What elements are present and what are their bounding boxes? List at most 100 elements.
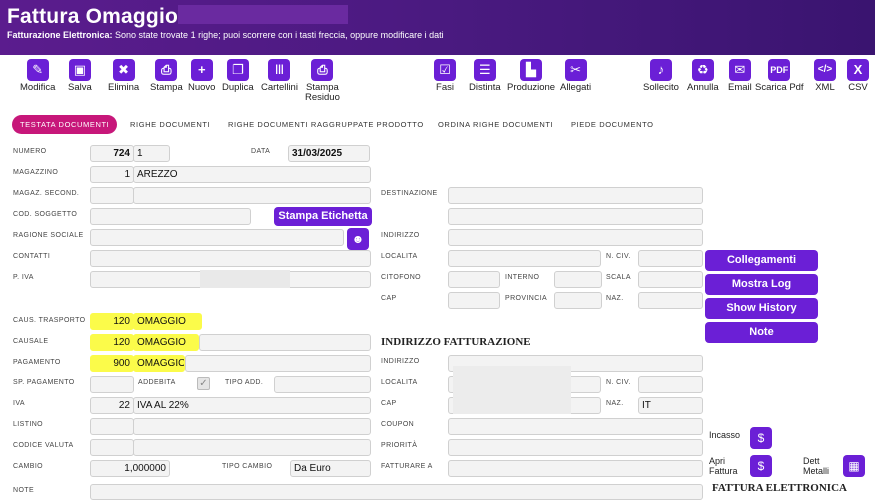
- n-civ-field[interactable]: [638, 250, 703, 267]
- print-icon: ⎙: [155, 59, 178, 81]
- status-message-label: Fatturazione Elettronica:: [7, 30, 113, 40]
- data-field[interactable]: 31/03/2025: [288, 145, 370, 162]
- iva-name-field[interactable]: IVA AL 22%: [133, 397, 371, 414]
- magazzino-name-field[interactable]: AREZZO: [133, 166, 371, 183]
- distinta-button[interactable]: ☰ Distinta: [469, 59, 501, 93]
- tab-testata-documenti[interactable]: TESTATA DOCUMENTI: [12, 115, 118, 134]
- produzione-button[interactable]: ▙ Produzione: [507, 59, 555, 93]
- bell-icon: ♪: [649, 59, 672, 81]
- stampa-button[interactable]: ⎙ Stampa: [150, 59, 183, 93]
- cod-soggetto-field[interactable]: [90, 208, 251, 225]
- duplica-button[interactable]: ❐ Duplica: [222, 59, 254, 93]
- csv-button[interactable]: X CSV: [847, 59, 869, 93]
- sp-pagamento-label: SP. PAGAMENTO: [13, 379, 75, 386]
- magaz-second-label: MAGAZ. SECOND.: [13, 190, 80, 197]
- pagamento-code-field[interactable]: 900: [90, 355, 134, 372]
- tab-bar: TESTATA DOCUMENTI RIGHE DOCUMENTI RIGHE …: [0, 113, 875, 135]
- tab-piede-documento[interactable]: PIEDE DOCUMENTO: [571, 115, 654, 134]
- mostra-log-button[interactable]: Mostra Log: [705, 274, 818, 295]
- tipo-add-label: TIPO ADD.: [225, 379, 264, 386]
- stampa-etichetta-button[interactable]: Stampa Etichetta: [274, 207, 372, 226]
- indirizzo-field[interactable]: [448, 229, 703, 246]
- pagamento-name-field[interactable]: OMAGGIO: [133, 355, 185, 372]
- numero-label: NUMERO: [13, 148, 47, 155]
- salva-button[interactable]: ▣ Salva: [68, 59, 92, 93]
- naz-label: NAZ.: [606, 295, 624, 302]
- piva-label: P. IVA: [13, 274, 34, 281]
- destinazione-ext-field[interactable]: [448, 208, 703, 225]
- cambio-field[interactable]: 1,000000: [90, 460, 170, 477]
- fatt-naz-label: NAZ.: [606, 400, 624, 407]
- email-button[interactable]: ✉ Email: [728, 59, 752, 93]
- tab-ordina-righe[interactable]: ORDINA RIGHE DOCUMENTI: [438, 115, 553, 134]
- magazzino-code-field[interactable]: 1: [90, 166, 134, 183]
- codice-valuta-code-field[interactable]: [90, 439, 134, 456]
- naz-field[interactable]: [638, 292, 703, 309]
- localita-field[interactable]: [448, 250, 601, 267]
- listino-name-field[interactable]: [133, 418, 371, 435]
- magaz-second-code-field[interactable]: [90, 187, 134, 204]
- dett-label: Dett: [803, 456, 820, 466]
- data-label: DATA: [251, 148, 271, 155]
- note-button[interactable]: Note: [705, 322, 818, 343]
- causale-name-field[interactable]: OMAGGIO: [133, 334, 199, 351]
- money-icon[interactable]: $: [750, 427, 772, 449]
- listino-code-field[interactable]: [90, 418, 134, 435]
- tab-righe-raggruppate[interactable]: RIGHE DOCUMENTI RAGGRUPPATE PRODOTTO: [228, 115, 424, 134]
- priorita-label: PRIORITÀ: [381, 442, 418, 449]
- money-icon[interactable]: $: [750, 455, 772, 477]
- caus-trasporto-name-field[interactable]: OMAGGIO: [133, 313, 202, 330]
- sollecito-button[interactable]: ♪ Sollecito: [643, 59, 679, 93]
- pagamento-ext-field[interactable]: [185, 355, 371, 372]
- grid-icon[interactable]: ▦: [843, 455, 865, 477]
- codice-valuta-name-field[interactable]: [133, 439, 371, 456]
- cartellini-button[interactable]: ||| Cartellini: [261, 59, 298, 93]
- note-field[interactable]: [90, 484, 703, 500]
- indirizzo-fatturazione-heading: INDIRIZZO FATTURAZIONE: [381, 336, 531, 348]
- nuovo-button[interactable]: + Nuovo: [188, 59, 215, 93]
- scala-field[interactable]: [638, 271, 703, 288]
- fatturare-a-field[interactable]: [448, 460, 703, 477]
- coupon-field[interactable]: [448, 418, 703, 435]
- citofono-label: CITOFONO: [381, 274, 422, 281]
- tipo-add-field[interactable]: [274, 376, 371, 393]
- caus-trasporto-code-field[interactable]: 120: [90, 313, 134, 330]
- allegati-button[interactable]: ✂ Allegati: [560, 59, 591, 93]
- edit-icon: ✎: [26, 59, 49, 81]
- tipo-cambio-field[interactable]: Da Euro: [290, 460, 371, 477]
- fatt-n-civ-field[interactable]: [638, 376, 703, 393]
- numero-suffix-field[interactable]: 1: [133, 145, 170, 162]
- show-history-button[interactable]: Show History: [705, 298, 818, 319]
- magaz-second-name-field[interactable]: [133, 187, 371, 204]
- stampa-residuo-button[interactable]: ⎙ Stampa Residuo: [305, 59, 340, 103]
- tab-righe-documenti[interactable]: RIGHE DOCUMENTI: [130, 115, 210, 134]
- provincia-field[interactable]: [554, 292, 602, 309]
- xml-button[interactable]: </> XML: [814, 59, 836, 93]
- addebita-checkbox[interactable]: ✓: [197, 377, 210, 390]
- citofono-field[interactable]: [448, 271, 500, 288]
- destinazione-field[interactable]: [448, 187, 703, 204]
- chart-icon: ▙: [520, 59, 543, 81]
- scala-label: SCALA: [606, 274, 631, 281]
- priorita-field[interactable]: [448, 439, 703, 456]
- modifica-button[interactable]: ✎ Modifica: [20, 59, 55, 93]
- fasi-button[interactable]: ☑ Fasi: [434, 59, 456, 93]
- scarica-pdf-button[interactable]: PDF Scarica Pdf: [755, 59, 804, 93]
- interno-field[interactable]: [554, 271, 602, 288]
- collegamenti-button[interactable]: Collegamenti: [705, 250, 818, 271]
- cap-field[interactable]: [448, 292, 500, 309]
- sp-pagamento-field[interactable]: [90, 376, 134, 393]
- fatt-naz-field[interactable]: IT: [638, 397, 703, 414]
- elimina-button[interactable]: ✖ Elimina: [108, 59, 139, 93]
- iva-code-field[interactable]: 22: [90, 397, 134, 414]
- causale-code-field[interactable]: 120: [90, 334, 134, 351]
- list-icon: ☰: [473, 59, 496, 81]
- fatturare-a-label: FATTURARE A: [381, 463, 433, 470]
- ragione-sociale-field[interactable]: [90, 229, 344, 246]
- annulla-button[interactable]: ♻ Annulla: [687, 59, 719, 93]
- contatti-field[interactable]: [90, 250, 371, 267]
- causale-ext-field[interactable]: [199, 334, 371, 351]
- user-icon[interactable]: ☻: [347, 228, 369, 250]
- iva-label: IVA: [13, 400, 25, 407]
- numero-field[interactable]: 724: [90, 145, 134, 162]
